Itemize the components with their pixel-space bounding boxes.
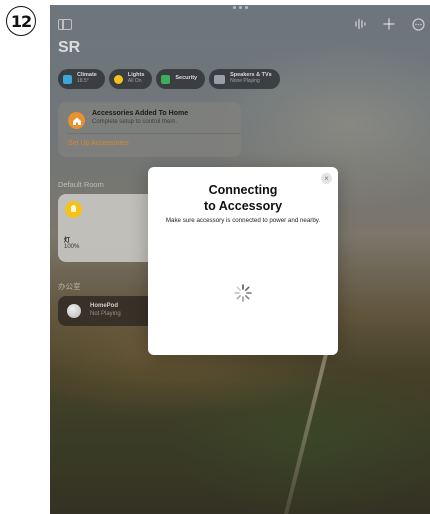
- status-chips: Climate 18.5° Lights All On Security Spe…: [58, 69, 280, 89]
- accessories-added-card[interactable]: Accessories Added To Home Complete setup…: [58, 102, 241, 157]
- home-title: SR: [58, 39, 81, 56]
- divider: [67, 133, 241, 134]
- accessory-status: 100%: [64, 244, 80, 250]
- top-actions: [352, 15, 426, 33]
- waveform-icon[interactable]: [352, 15, 368, 33]
- lightbulb-icon: [113, 74, 123, 84]
- light-accessory-tile[interactable]: 灯 100%: [58, 194, 158, 262]
- home-icon: [68, 112, 85, 129]
- chip-sub: 18.5°: [77, 78, 89, 85]
- multitasking-dots[interactable]: [233, 6, 249, 10]
- dialog-subtitle: Make sure accessory is connected to powe…: [165, 217, 321, 224]
- chip-lights[interactable]: Lights All On: [108, 69, 153, 89]
- section-default-room: Default Room: [58, 180, 104, 189]
- plus-icon[interactable]: [381, 15, 397, 33]
- accessories-card-subtitle: Complete setup to control them.: [92, 119, 178, 125]
- homepod-icon: [67, 304, 81, 318]
- homepod-status: Not Playing: [90, 311, 121, 317]
- step-number-badge: 12: [6, 6, 36, 36]
- more-icon[interactable]: [410, 15, 426, 33]
- accessories-card-title: Accessories Added To Home: [92, 110, 189, 117]
- lightbulb-icon: [65, 201, 82, 218]
- section-office: 办公室: [58, 282, 81, 291]
- sidebar-toggle-icon[interactable]: [58, 19, 72, 30]
- connecting-dialog: × Connecting to Accessory Make sure acce…: [148, 167, 338, 355]
- dialog-title-line1: Connecting: [208, 183, 278, 197]
- chip-climate[interactable]: Climate 18.5°: [58, 69, 105, 89]
- lock-icon: [161, 74, 171, 84]
- chip-title: Security: [175, 75, 198, 82]
- loading-spinner-icon: [233, 283, 253, 303]
- dialog-title-line2: to Accessory: [203, 199, 283, 213]
- chip-sub: All On: [127, 78, 142, 85]
- chip-sub: None Playing: [230, 78, 260, 85]
- homepod-tile[interactable]: HomePod Not Playing: [58, 296, 158, 326]
- dialog-title: Connecting to Accessory: [148, 182, 338, 214]
- chip-security[interactable]: Security: [156, 69, 206, 89]
- chip-speakers-tvs[interactable]: Speakers & TVs None Playing: [209, 69, 280, 89]
- tv-icon: [214, 74, 226, 84]
- accessory-name: 灯: [64, 238, 71, 244]
- climate-icon: [63, 74, 72, 84]
- set-up-accessories-link[interactable]: Set Up Accessories: [68, 140, 129, 147]
- homepod-name: HomePod: [90, 303, 119, 309]
